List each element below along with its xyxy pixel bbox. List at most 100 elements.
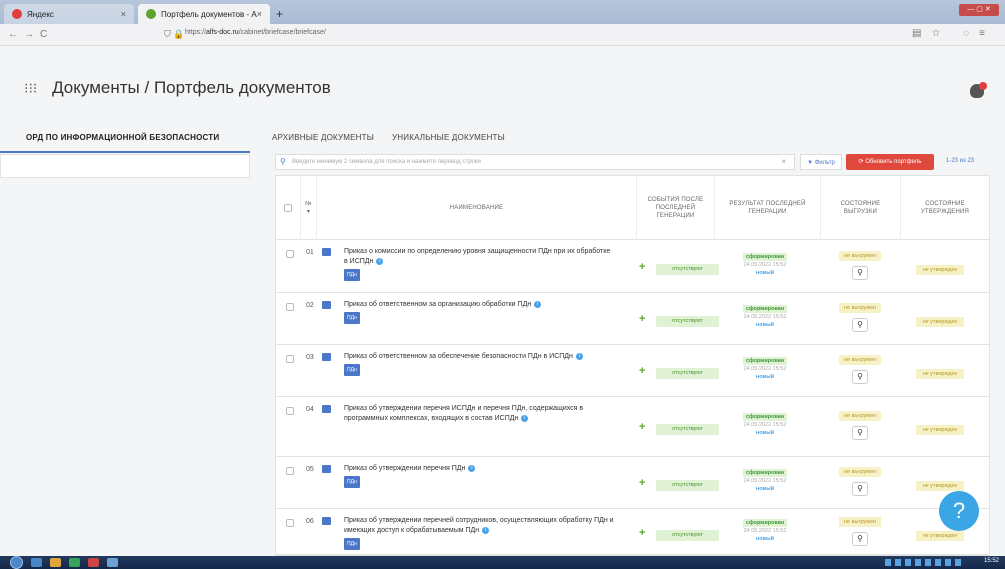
browser-toolbar-icons[interactable]: ▤☆ ◌≡ bbox=[912, 28, 995, 39]
table-row[interactable]: 03 Приказ об ответственном за обеспечение… bbox=[276, 345, 989, 397]
result-note: новый bbox=[755, 430, 775, 436]
view-search-icon[interactable]: ⚲ bbox=[852, 532, 868, 546]
search-input[interactable]: ⚲ Введите минимум 2 символа для поиска и… bbox=[275, 154, 795, 170]
row-number: 06 bbox=[306, 518, 314, 525]
row-checkbox[interactable] bbox=[286, 303, 294, 311]
table-row[interactable]: 01 Приказ о комиссии по определению уровн… bbox=[276, 240, 989, 293]
browser-tab-yandex[interactable]: Яндекс × bbox=[4, 4, 134, 24]
taskbar-app[interactable] bbox=[88, 558, 99, 567]
document-name[interactable]: Приказ об утверждении перечня ИСПДн и пе… bbox=[344, 405, 583, 422]
add-event-icon[interactable]: + bbox=[639, 527, 645, 539]
help-button[interactable]: ? bbox=[939, 491, 979, 531]
events-badge: отсутствуют bbox=[656, 316, 719, 327]
browser-tab-bar: Яндекс × Портфель документов - Альс × + … bbox=[0, 0, 1005, 24]
address-bar: ←→C ⛉ 🔒 https://alfs-doc.ru/cabinet/brie… bbox=[0, 24, 1005, 46]
col-num[interactable]: № ▾ bbox=[300, 176, 316, 240]
info-icon[interactable]: i bbox=[468, 464, 476, 472]
window-controls[interactable]: — ▢ ✕ bbox=[959, 4, 999, 16]
system-tray[interactable] bbox=[885, 559, 965, 566]
documents-table: № ▾ НАИМЕНОВАНИЕ СОБЫТИЯ ПОСЛЕ ПОСЛЕДНЕЙ… bbox=[275, 175, 990, 556]
document-name[interactable]: Приказ об ответственном за обеспечение б… bbox=[344, 353, 573, 360]
info-icon[interactable]: i bbox=[376, 257, 384, 265]
tab-unique[interactable]: УНИКАЛЬНЫЕ ДОКУМЕНТЫ bbox=[392, 133, 505, 142]
view-search-icon[interactable]: ⚲ bbox=[852, 318, 868, 332]
close-tab-icon[interactable]: × bbox=[121, 9, 126, 19]
row-number: 03 bbox=[306, 354, 314, 361]
category-tag: ПДн bbox=[344, 312, 360, 324]
approval-status-badge: не утвержден bbox=[916, 317, 964, 327]
row-number: 04 bbox=[306, 406, 314, 413]
add-event-icon[interactable]: + bbox=[639, 365, 645, 377]
approval-status-badge: не утвержден bbox=[916, 425, 964, 435]
browser-tab-portfolio[interactable]: Портфель документов - Альс × bbox=[138, 4, 270, 24]
events-badge: отсутствуют bbox=[656, 368, 719, 379]
col-unload[interactable]: СОСТОЯНИЕ ВЫГРУЗКИ bbox=[820, 176, 900, 240]
add-event-icon[interactable]: + bbox=[639, 313, 645, 325]
generation-result: сформирован 24.05.2022 15:52 новый bbox=[722, 305, 808, 329]
table-row[interactable]: 05 Приказ об утверждении перечня ПДн i ПДн +… bbox=[276, 457, 989, 509]
close-tab-icon[interactable]: × bbox=[257, 9, 262, 19]
info-icon[interactable]: i bbox=[575, 352, 583, 360]
document-name[interactable]: Приказ об ответственном за организацию о… bbox=[344, 301, 531, 308]
category-tag: ПДн bbox=[344, 269, 360, 281]
row-checkbox[interactable] bbox=[286, 355, 294, 363]
add-event-icon[interactable]: + bbox=[639, 477, 645, 489]
row-checkbox[interactable] bbox=[286, 407, 294, 415]
grid-icon[interactable]: ⁝⁝⁝ bbox=[24, 80, 37, 96]
add-event-icon[interactable]: + bbox=[639, 421, 645, 433]
result-status-badge: сформирован bbox=[742, 305, 788, 313]
nav-buttons[interactable]: ←→C bbox=[8, 29, 53, 40]
url-field[interactable]: https://alfs-doc.ru/cabinet/briefcase/br… bbox=[185, 29, 326, 36]
taskbar-app[interactable] bbox=[50, 558, 61, 567]
document-icon bbox=[322, 301, 331, 309]
col-result[interactable]: РЕЗУЛЬТАТ ПОСЛЕДНЕЙ ГЕНЕРАЦИИ bbox=[714, 176, 820, 240]
taskbar-app[interactable] bbox=[69, 558, 80, 567]
tab-archive[interactable]: АРХИВНЫЕ ДОКУМЕНТЫ bbox=[272, 133, 374, 142]
result-status-badge: сформирован bbox=[742, 519, 788, 527]
document-icon bbox=[322, 405, 331, 413]
col-approval[interactable]: СОСТОЯНИЕ УТВЕРЖДЕНИЯ bbox=[900, 176, 989, 240]
tab-ib-ord[interactable]: ОРД ПО ИНФОРМАЦИОННОЙ БЕЗОПАСНОСТИ bbox=[26, 133, 219, 142]
taskbar-app[interactable] bbox=[31, 558, 42, 567]
document-icon bbox=[322, 465, 331, 473]
table-row[interactable]: 06 Приказ об утверждении перечней сотрудн… bbox=[276, 509, 989, 556]
os-taskbar: 15:52 bbox=[0, 556, 1005, 569]
clear-search-icon[interactable]: × bbox=[781, 155, 786, 169]
col-name[interactable]: НАИМЕНОВАНИЕ bbox=[316, 176, 636, 240]
filter-button[interactable]: ▼ Фильтр bbox=[800, 154, 842, 170]
taskbar-app[interactable] bbox=[107, 558, 118, 567]
view-search-icon[interactable]: ⚲ bbox=[852, 370, 868, 384]
breadcrumb-section[interactable]: Документы bbox=[52, 78, 140, 97]
info-icon[interactable]: i bbox=[534, 300, 542, 308]
info-icon[interactable]: i bbox=[521, 414, 529, 422]
view-search-icon[interactable]: ⚲ bbox=[852, 482, 868, 496]
document-name[interactable]: Приказ об утверждении перечней сотрудник… bbox=[344, 517, 614, 534]
add-event-icon[interactable]: + bbox=[639, 261, 645, 273]
info-icon[interactable]: i bbox=[482, 526, 490, 534]
approval-status-badge: не утвержден bbox=[916, 369, 964, 379]
table-row[interactable]: 02 Приказ об ответственном за организацию… bbox=[276, 293, 989, 345]
select-all-checkbox[interactable] bbox=[284, 204, 292, 212]
document-name[interactable]: Приказ об утверждении перечня ПДн bbox=[344, 465, 465, 472]
document-name-cell: Приказ о комиссии по определению уровня … bbox=[344, 247, 614, 281]
row-checkbox[interactable] bbox=[286, 467, 294, 475]
shield-icon[interactable]: ⛉ 🔒 bbox=[164, 29, 184, 40]
active-tab-underline bbox=[0, 151, 250, 153]
unload-status-badge: не выгружен bbox=[839, 411, 881, 421]
refresh-portfolio-button[interactable]: ⟳ Обновить портфель bbox=[846, 154, 934, 170]
pagination-count: 1-23 из 23 bbox=[946, 158, 975, 164]
result-date: 24.05.2022 15:52 bbox=[743, 262, 787, 268]
table-row[interactable]: 04 Приказ об утверждении перечня ИСПДн и … bbox=[276, 397, 989, 457]
view-search-icon[interactable]: ⚲ bbox=[852, 266, 868, 280]
document-name[interactable]: Приказ о комиссии по определению уровня … bbox=[344, 248, 610, 265]
notifications-button[interactable] bbox=[970, 82, 987, 100]
row-checkbox[interactable] bbox=[286, 519, 294, 527]
unload-status-badge: не выгружен bbox=[839, 355, 881, 365]
col-events[interactable]: СОБЫТИЯ ПОСЛЕ ПОСЛЕДНЕЙ ГЕНЕРАЦИИ bbox=[636, 176, 714, 240]
result-note: новый bbox=[755, 486, 775, 492]
row-checkbox[interactable] bbox=[286, 250, 294, 258]
start-button[interactable] bbox=[10, 556, 23, 569]
site-favicon-icon bbox=[146, 9, 156, 19]
new-tab-icon[interactable]: + bbox=[276, 7, 283, 21]
view-search-icon[interactable]: ⚲ bbox=[852, 426, 868, 440]
